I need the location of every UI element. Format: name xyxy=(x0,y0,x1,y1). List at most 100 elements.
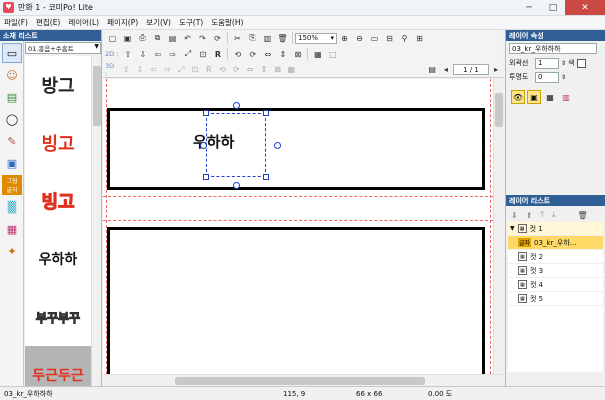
undo-icon[interactable]: ↶ xyxy=(181,32,194,45)
spinner-icon[interactable]: ⇕ xyxy=(561,74,566,81)
new-icon[interactable]: ▢ xyxy=(106,32,119,45)
3d-flip2-icon[interactable]: ⇕ xyxy=(258,63,270,76)
layer-row[interactable]: ▼ ▦ 컷 1 xyxy=(508,222,603,236)
background-icon[interactable]: ▤ xyxy=(2,87,22,107)
move-up-icon[interactable]: ⇧ xyxy=(121,48,134,61)
copy-icon[interactable]: ⎘ xyxy=(246,32,259,45)
balloon-icon[interactable]: ◯ xyxy=(2,109,22,129)
material-thumb[interactable]: 빙고 xyxy=(25,172,91,230)
outline-input[interactable]: 1 xyxy=(535,57,559,69)
layer-bottom-icon[interactable]: ⤓ xyxy=(552,210,556,220)
fit-width-icon[interactable]: ⊟ xyxy=(383,32,396,45)
save-icon[interactable]: ▣ xyxy=(121,32,134,45)
mixed-icon[interactable]: ✦ xyxy=(2,241,22,261)
r-icon[interactable]: R xyxy=(211,48,224,61)
3d-move-right-icon[interactable]: ⇨ xyxy=(162,63,174,76)
rotate-right-icon[interactable]: ⟳ xyxy=(246,48,259,61)
3d-r-icon[interactable]: R xyxy=(203,63,215,76)
layer-down-icon[interactable]: ⬇ xyxy=(511,211,518,220)
cut-icon[interactable]: ✂ xyxy=(231,32,244,45)
vehicle-icon[interactable]: ✎ xyxy=(2,131,22,151)
resize-handle[interactable] xyxy=(203,174,209,180)
layer-row[interactable]: ▦ 컷 4 xyxy=(508,278,603,292)
rotate-handle[interactable] xyxy=(274,142,281,149)
material-thumb[interactable]: 우하하 xyxy=(25,230,91,288)
maximize-button[interactable]: □ xyxy=(541,0,565,15)
move-right-icon[interactable]: ⇨ xyxy=(166,48,179,61)
3d-align-icon[interactable]: ⊡ xyxy=(189,63,201,76)
page-indicator[interactable]: 1 / 1 xyxy=(452,64,490,75)
layer-up-icon[interactable]: ⬆ xyxy=(526,211,533,220)
3d-grid-icon[interactable]: ▦ xyxy=(286,63,298,76)
fit-icon[interactable]: ⤢ xyxy=(181,48,194,61)
3d-move-up-icon[interactable]: ⇧ xyxy=(120,63,132,76)
canvas-horizontal-scrollbar[interactable] xyxy=(103,374,503,386)
palette-icon[interactable]: ▥ xyxy=(559,90,573,104)
spinner-icon[interactable]: ⇕ xyxy=(561,60,566,67)
material-thumb[interactable]: 방그 xyxy=(25,56,91,114)
refresh-icon[interactable]: ⟳ xyxy=(211,32,224,45)
3d-flip-icon[interactable]: ⇔ xyxy=(244,63,256,76)
selection-box[interactable] xyxy=(206,113,266,177)
image-icon[interactable]: ▤ xyxy=(166,32,179,45)
3d-fit-icon[interactable]: ⤢ xyxy=(175,63,187,76)
expand-icon[interactable]: ▼ xyxy=(510,225,515,232)
menu-tools[interactable]: 도구(T) xyxy=(175,17,207,28)
zoom-out-icon[interactable]: ⊖ xyxy=(353,32,366,45)
rotate-handle[interactable] xyxy=(200,142,207,149)
rotate-handle[interactable] xyxy=(233,182,240,189)
delete-icon[interactable]: 🗑 xyxy=(276,32,289,45)
page-icon[interactable]: ▤ xyxy=(426,63,438,76)
layer-row[interactable]: ▦ 컷 5 xyxy=(508,292,603,306)
flip-h-icon[interactable]: ⇔ xyxy=(261,48,274,61)
color-swatch[interactable] xyxy=(577,58,587,68)
material-thumb[interactable]: 빙고 xyxy=(25,114,91,172)
menu-help[interactable]: 도움말(H) xyxy=(207,17,247,28)
qr-icon[interactable]: ▦ xyxy=(311,48,324,61)
zoom-select[interactable]: 150% ▾ xyxy=(295,32,337,44)
3d-move-left-icon[interactable]: ⇦ xyxy=(148,63,160,76)
export-icon[interactable]: ⬚ xyxy=(326,48,339,61)
menu-file[interactable]: 파일(F) xyxy=(0,17,32,28)
move-left-icon[interactable]: ⇦ xyxy=(151,48,164,61)
canvas-vertical-scrollbar[interactable] xyxy=(493,79,503,374)
pattern-icon[interactable]: ▦ xyxy=(543,90,557,104)
3d-rotate-icon[interactable]: ⟲ xyxy=(217,63,229,76)
3d-shrink-icon[interactable]: ⊠ xyxy=(272,63,284,76)
comic-panel-2[interactable] xyxy=(107,227,485,374)
screentone-icon[interactable]: ▒ xyxy=(2,197,22,217)
align-icon[interactable]: ⊡ xyxy=(196,48,209,61)
next-page-icon[interactable]: ▸ xyxy=(490,63,502,76)
menu-edit[interactable]: 편집(E) xyxy=(32,17,64,28)
close-button[interactable]: ✕ xyxy=(565,0,605,15)
comic-panel-1[interactable] xyxy=(107,108,485,190)
comic-canvas[interactable]: 우하하 xyxy=(103,79,493,374)
box-icon[interactable]: ▣ xyxy=(2,153,22,173)
resize-handle[interactable] xyxy=(203,110,209,116)
lock-icon[interactable]: ▣ xyxy=(527,90,541,104)
menu-page[interactable]: 페이지(P) xyxy=(103,17,142,28)
layer-top-icon[interactable]: ⤒ xyxy=(540,210,544,220)
menu-layer[interactable]: 레이어(L) xyxy=(64,17,103,28)
resize-handle[interactable] xyxy=(263,174,269,180)
3d-move-down-icon[interactable]: ⇩ xyxy=(134,63,146,76)
prev-page-icon[interactable]: ◂ xyxy=(440,63,452,76)
select-icon[interactable]: ▭ xyxy=(2,43,22,63)
copy-page-icon[interactable]: ⧉ xyxy=(151,32,164,45)
zoom-in-icon[interactable]: ⊕ xyxy=(338,32,351,45)
resize-handle[interactable] xyxy=(263,110,269,116)
grid-icon[interactable]: ⊞ xyxy=(413,32,426,45)
rotate-handle[interactable] xyxy=(233,102,240,109)
frame-icon[interactable]: ▦ xyxy=(2,219,22,239)
category-select[interactable]: 01.흥음+수흠트 ▼ xyxy=(25,42,101,54)
layer-row[interactable]: ▦ 컷 3 xyxy=(508,264,603,278)
layer-row[interactable]: ▦ 컷 2 xyxy=(508,250,603,264)
print-icon[interactable]: ⎙ xyxy=(136,32,149,45)
paste-icon[interactable]: ▥ xyxy=(261,32,274,45)
3d-rotate2-icon[interactable]: ⟳ xyxy=(230,63,242,76)
minimize-button[interactable]: ─ xyxy=(517,0,541,15)
material-scrollbar[interactable] xyxy=(91,56,101,386)
menu-view[interactable]: 보기(V) xyxy=(142,17,175,28)
opacity-input[interactable]: 0 xyxy=(535,71,559,83)
eye-icon[interactable]: 👁 xyxy=(511,90,525,104)
